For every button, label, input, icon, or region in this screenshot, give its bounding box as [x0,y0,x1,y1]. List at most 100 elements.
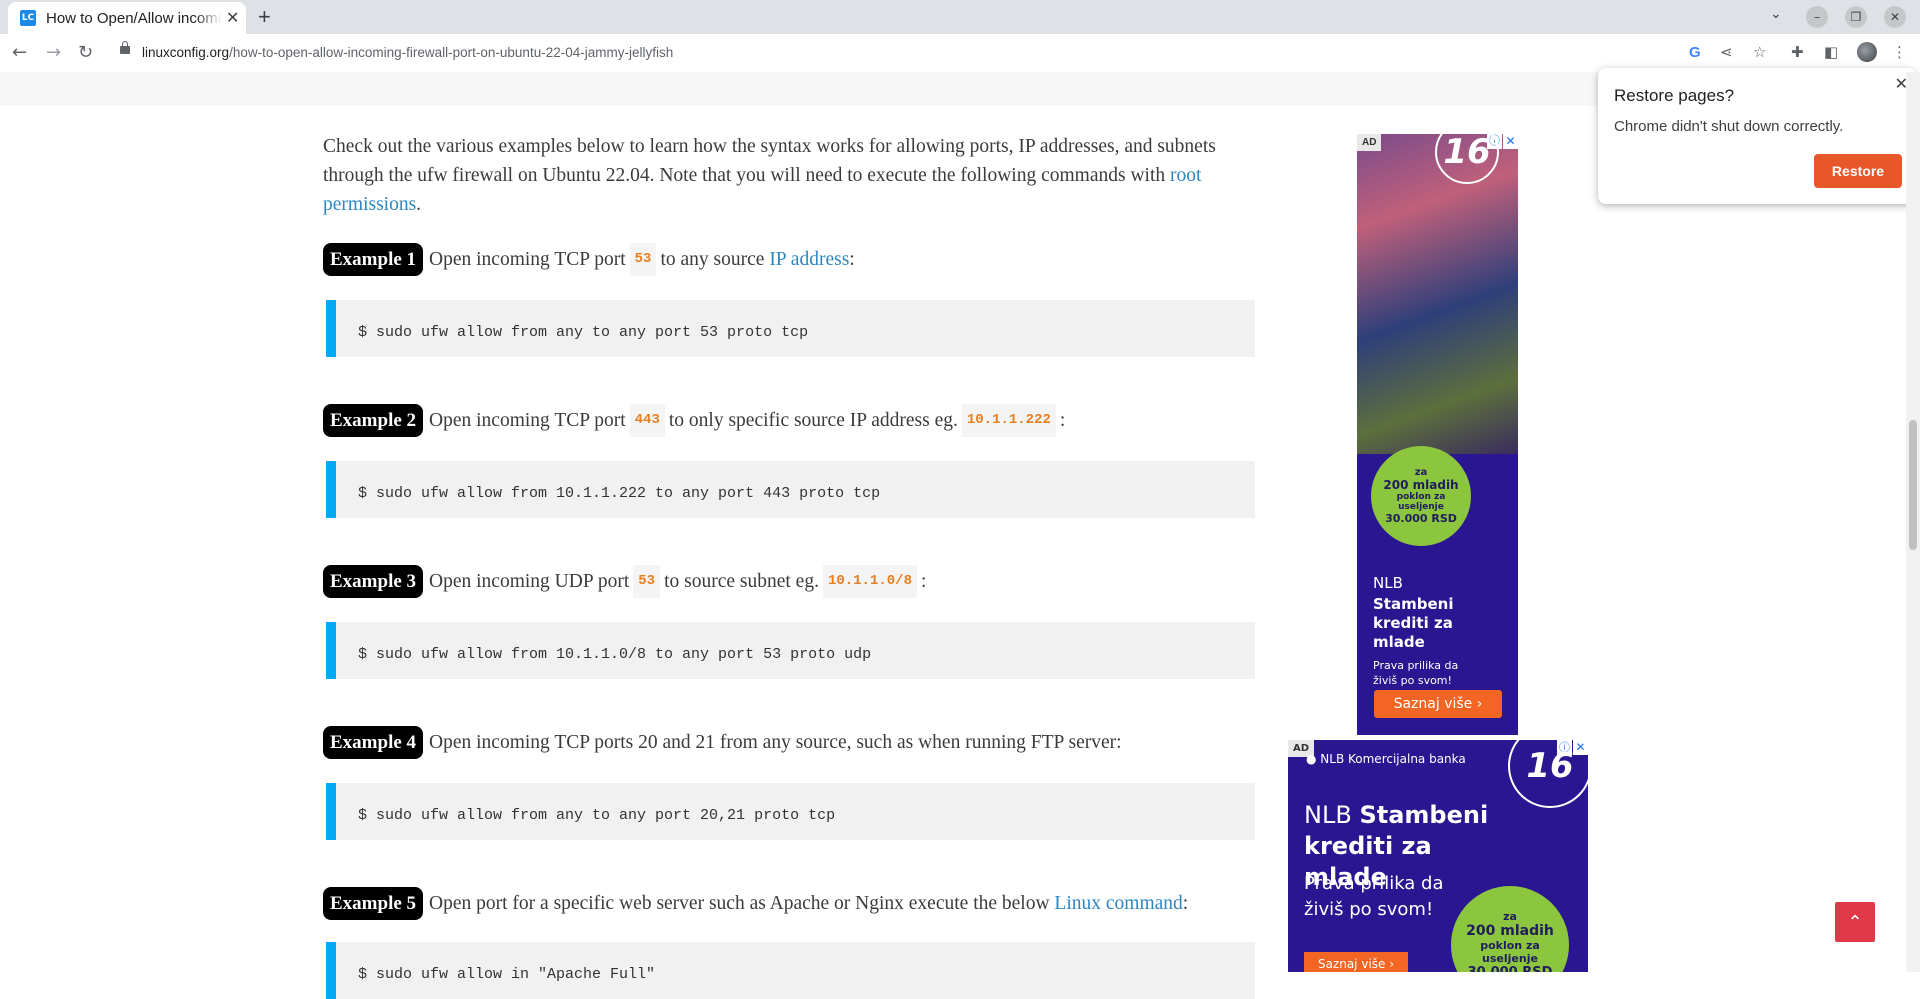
intro-end: . [416,194,422,215]
tab-title: How to Open/Allow incoming firewall port… [46,9,222,27]
code-block[interactable]: $ sudo ufw allow in "Apache Full" [326,942,1255,999]
inline-code: 53 [629,243,657,276]
chevron-up-icon: ⌃ [1847,911,1863,933]
example-text: to any source [660,249,765,270]
example-heading: Example 3 Open incoming UDP port 53 to s… [323,565,926,598]
dialog-title: Restore pages? [1614,86,1735,105]
tab-search-icon[interactable]: ⌄ [1770,6,1782,22]
code-block[interactable]: $ sudo ufw allow from 10.1.1.222 to any … [326,461,1255,518]
offer-text: poklon za [1396,492,1446,502]
skyscraper-ad[interactable]: AD ⓘ ✕ 16 za 200 mladih poklon za uselje… [1357,134,1518,735]
offer-text: za [1414,467,1428,478]
back-icon[interactable]: ← [12,42,27,63]
share-icon[interactable]: ⋖ [1720,43,1733,61]
address-bar[interactable]: linuxconfig.org/how-to-open-allow-incomi… [142,45,673,60]
lock-icon[interactable] [120,41,130,54]
intro-paragraph: Check out the various examples below to … [323,132,1258,219]
offer-text: 30.000 RSD [1385,512,1457,525]
code-command: $ sudo ufw allow from any to any port 53… [358,324,809,341]
example-text: : [1059,410,1066,431]
menu-icon[interactable]: ⋮ [1892,43,1907,61]
example-text: to only specific source IP address eg. [668,410,958,431]
browser-tab[interactable]: LC How to Open/Allow incoming firewall p… [8,2,246,34]
example-badge: Example 3 [323,565,424,598]
offer-text: useljenje [1398,502,1444,512]
close-window-icon[interactable]: ✕ [1884,6,1906,28]
ad-bank-name: ● NLB Komercijalna banka [1306,752,1466,766]
ad-logo: 16 [1508,740,1588,808]
ad-headline: Stambeni krediti za mlade [1373,595,1454,651]
article-content: Check out the various examples below to … [323,132,1258,999]
code-block[interactable]: $ sudo ufw allow from 10.1.1.0/8 to any … [326,622,1255,679]
profile-icon[interactable] [1857,42,1877,62]
page-scrollbar[interactable] [1906,72,1920,972]
ad-photo [1357,134,1518,454]
new-tab-button[interactable]: + [258,4,271,30]
sidepanel-icon[interactable]: ◧ [1824,43,1838,61]
ad-cta-button[interactable]: Saznaj više › [1374,690,1502,718]
example-heading: Example 4 Open incoming TCP ports 20 and… [323,726,1122,759]
example-text: : [920,571,927,592]
ad-cta-label: Saznaj više [1393,696,1473,712]
intro-text: Check out the various examples below to … [323,136,1216,186]
ad-subtext: Prava prilika da živiš po svom! [1304,873,1444,920]
google-icon[interactable]: G [1689,44,1701,61]
offer-text: 200 mladih [1383,478,1459,492]
tab-close-icon[interactable]: ✕ [226,8,239,28]
ad-label: AD [1357,134,1382,151]
url-domain: linuxconfig.org [142,45,230,60]
example-text: Open incoming TCP port [429,249,626,270]
rectangle-ad[interactable]: AD ⓘ ✕ ● NLB Komercijalna banka 16 NLB S… [1288,740,1588,972]
back-to-top-button[interactable]: ⌃ [1835,902,1875,942]
extensions-icon[interactable]: ✚ [1791,43,1804,61]
code-block[interactable]: $ sudo ufw allow from any to any port 20… [326,783,1255,840]
ad-brand: NLB [1304,801,1352,829]
inline-code: 10.1.1.0/8 [822,565,917,598]
reload-icon[interactable]: ↻ [78,42,93,63]
ip-address-link[interactable]: IP address [769,245,849,274]
example-heading: Example 1 Open incoming TCP port 53 to a… [323,243,855,276]
example-text: Open incoming TCP ports 20 and 21 from a… [429,732,1122,753]
url-path: /how-to-open-allow-incoming-firewall-por… [229,45,674,60]
example-badge: Example 4 [323,726,424,759]
offer-text: useljenje [1482,952,1538,965]
offer-text: 30.000 RSD [1468,965,1553,972]
example-text: : [1182,893,1189,914]
example-heading: Example 2 Open incoming TCP port 443 to … [323,404,1065,437]
ad-copy: NLB Stambeni krediti za mlade Prava pril… [1373,574,1503,688]
restore-window-icon[interactable]: ❐ [1845,6,1867,28]
ad-subtext: Prava prilika da živiš po svom! [1373,659,1459,687]
example-text: Open incoming UDP port [429,571,630,592]
site-favicon-icon: LC [20,10,36,26]
minimize-icon[interactable]: – [1806,6,1828,28]
example-text: Open port for a specific web server such… [429,893,1050,914]
ad-brand: NLB [1373,574,1403,592]
ad-offer-circle: za 200 mladih poklon za useljenje 30.000… [1451,886,1569,972]
example-heading: Example 5 Open port for a specific web s… [323,887,1188,920]
code-command: $ sudo ufw allow from 10.1.1.0/8 to any … [358,646,872,663]
example-text: to source subnet eg. [664,571,819,592]
code-command: $ sudo ufw allow from 10.1.1.222 to any … [358,485,881,502]
code-command: $ sudo ufw allow in "Apache Full" [358,966,656,983]
inline-code: 53 [633,565,661,598]
forward-icon[interactable]: → [46,42,61,63]
inline-code: 10.1.1.222 [961,404,1056,437]
offer-text: poklon za [1480,939,1540,952]
code-block[interactable]: $ sudo ufw allow from any to any port 53… [326,300,1255,357]
ad-cta-button[interactable]: Saznaj više › [1304,952,1408,972]
offer-text: 200 mladih [1466,923,1554,939]
tab-strip: LC How to Open/Allow incoming firewall p… [0,0,1920,34]
example-text: : [849,249,855,270]
example-badge: Example 2 [323,404,424,437]
star-icon[interactable]: ☆ [1753,43,1766,61]
restore-button[interactable]: Restore [1814,154,1902,188]
example-badge: Example 1 [323,243,424,276]
scrollbar-thumb[interactable] [1909,420,1917,550]
ad-close-icon[interactable]: ✕ [1503,134,1518,149]
ad-offer-circle: za 200 mladih poklon za useljenje 30.000… [1371,446,1471,546]
ad-cta-label: Saznaj više [1317,957,1386,971]
bank-name-text: NLB Komercijalna banka [1320,752,1466,766]
linux-command-link[interactable]: Linux command [1054,889,1182,918]
restore-pages-dialog: Restore pages? Chrome didn't shut down c… [1598,68,1916,204]
example-badge: Example 5 [323,887,424,920]
